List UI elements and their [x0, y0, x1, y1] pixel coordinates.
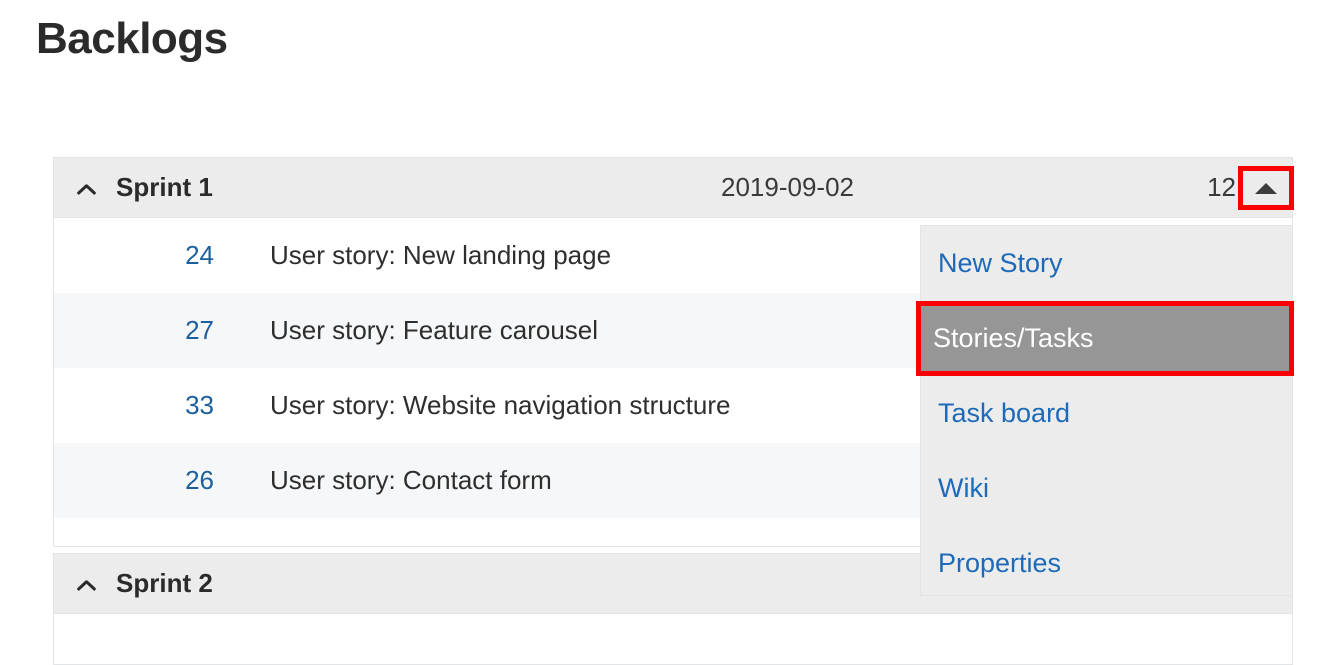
sprint-1-dropdown-menu: New Story Stories/Tasks Task board Wiki … [916, 225, 1294, 596]
menu-item-stories-tasks[interactable]: Stories/Tasks [916, 301, 1294, 376]
story-title: User story: New landing page [270, 240, 612, 270]
story-id-link[interactable]: 24 [54, 240, 214, 271]
sprint-1-name: Sprint 1 [116, 172, 213, 202]
sprint-1-menu-button[interactable] [1238, 166, 1294, 210]
story-id-link[interactable]: 26 [54, 465, 214, 496]
caret-up-icon [1255, 182, 1277, 194]
menu-item-task-board[interactable]: Task board [921, 376, 1292, 451]
story-title: User story: Website navigation structure [270, 390, 731, 420]
story-title: User story: Feature carousel [270, 315, 599, 345]
chevron-up-icon [77, 179, 94, 196]
sprint-2-collapse-toggle[interactable] [54, 575, 116, 592]
sprint-1-story-count: 12 [1207, 172, 1236, 202]
sprint-1-header[interactable]: Sprint 1 2019-09-02 12 [54, 158, 1294, 218]
menu-item-properties[interactable]: Properties [921, 526, 1292, 601]
story-id-link[interactable]: 33 [54, 390, 214, 421]
sprint-2-name: Sprint 2 [116, 568, 213, 598]
sprint-1-collapse-toggle[interactable] [54, 179, 116, 196]
sprint-1-date: 2019-09-02 [721, 172, 854, 202]
story-id-link[interactable]: 27 [54, 315, 214, 346]
chevron-up-icon [77, 575, 94, 592]
menu-item-new-story[interactable]: New Story [921, 226, 1292, 301]
story-title: User story: Contact form [270, 465, 552, 495]
page-title: Backlogs [36, 14, 228, 63]
menu-item-wiki[interactable]: Wiki [921, 451, 1292, 526]
